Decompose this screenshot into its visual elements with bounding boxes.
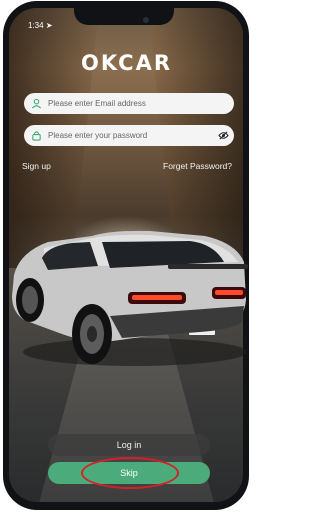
skip-button[interactable]: Skip xyxy=(48,462,210,484)
sign-up-link[interactable]: Sign up xyxy=(22,161,51,171)
location-arrow-icon: ➤ xyxy=(45,21,53,30)
password-field[interactable]: Please enter your password xyxy=(24,125,234,146)
password-input[interactable]: Please enter your password xyxy=(48,131,212,140)
log-in-button[interactable]: Log in xyxy=(48,434,210,456)
eye-off-icon[interactable] xyxy=(212,131,234,140)
forgot-password-link[interactable]: Forget Password? xyxy=(163,161,232,171)
user-icon xyxy=(24,98,48,109)
camera-dot xyxy=(143,17,149,23)
lock-icon xyxy=(24,130,48,141)
camera-notch xyxy=(74,7,174,25)
email-input[interactable]: Please enter Email address xyxy=(48,99,234,108)
app-logo: OKCAR xyxy=(80,51,173,75)
status-bar-time: 1:34 ➤ xyxy=(28,21,53,30)
email-field[interactable]: Please enter Email address xyxy=(24,93,234,114)
